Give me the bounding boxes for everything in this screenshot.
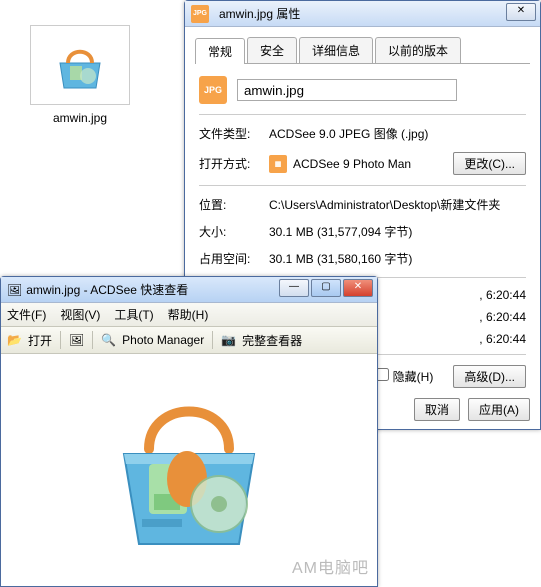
hidden-checkbox-label[interactable]: 隐藏(H) xyxy=(376,368,434,385)
photo-manager-button[interactable]: Photo Manager xyxy=(122,333,204,347)
tab-previous[interactable]: 以前的版本 xyxy=(375,37,461,63)
value-size: 30.1 MB (31,577,094 字节) xyxy=(269,223,526,240)
time-2: , 6:20:44 xyxy=(479,310,526,324)
menubar: 文件(F) 视图(V) 工具(T) 帮助(H) xyxy=(1,303,377,327)
menu-view[interactable]: 视图(V) xyxy=(60,306,100,323)
jpg-icon: JPG xyxy=(191,5,209,23)
maximize-button[interactable]: ▢ xyxy=(311,279,341,297)
label-type: 文件类型: xyxy=(199,125,269,142)
viewer-canvas: AM电脑吧 xyxy=(1,354,377,584)
advanced-button[interactable]: 高级(D)... xyxy=(453,365,526,388)
value-type: ACDSee 9.0 JPEG 图像 (.jpg) xyxy=(269,125,526,142)
label-location: 位置: xyxy=(199,196,269,213)
full-viewer-button[interactable]: 完整查看器 xyxy=(242,332,302,349)
value-location: C:\Users\Administrator\Desktop\新建文件夹 xyxy=(269,196,526,213)
viewer-title: amwin.jpg - ACDSee 快速查看 xyxy=(26,281,188,298)
label-disksize: 占用空间: xyxy=(199,250,269,267)
properties-tabs: 常规 安全 详细信息 以前的版本 xyxy=(195,37,530,64)
open-button[interactable]: 打开 xyxy=(28,332,52,349)
filename-input[interactable] xyxy=(237,79,457,101)
close-button[interactable]: ✕ xyxy=(343,279,373,297)
file-label: amwin.jpg xyxy=(30,111,130,125)
close-button[interactable]: ✕ xyxy=(506,3,536,21)
label-size: 大小: xyxy=(199,223,269,240)
watermark: AM电脑吧 xyxy=(292,554,369,578)
label-openwith: 打开方式: xyxy=(199,155,269,172)
value-disksize: 30.1 MB (31,580,160 字节) xyxy=(269,250,526,267)
change-button[interactable]: 更改(C)... xyxy=(453,152,526,175)
tool-icon-2[interactable]: 🔍 xyxy=(101,333,116,347)
value-openwith: ACDSee 9 Photo Man xyxy=(293,157,453,171)
app-icon: ▦ xyxy=(269,155,287,173)
cancel-button[interactable]: 取消 xyxy=(414,398,460,421)
toolbar: 📂 打开 🖼 🔍 Photo Manager 📷 完整查看器 xyxy=(1,327,377,354)
tab-security[interactable]: 安全 xyxy=(247,37,297,63)
time-3: , 6:20:44 xyxy=(479,332,526,346)
menu-tools[interactable]: 工具(T) xyxy=(114,306,153,323)
viewer-titlebar[interactable]: 🖼 amwin.jpg - ACDSee 快速查看 — ▢ ✕ xyxy=(1,277,377,303)
file-type-icon: JPG xyxy=(199,76,227,104)
properties-titlebar[interactable]: JPG amwin.jpg 属性 ✕ xyxy=(185,1,540,27)
minimize-button[interactable]: — xyxy=(279,279,309,297)
tab-general[interactable]: 常规 xyxy=(195,38,245,64)
app-icon: 🖼 xyxy=(7,283,22,297)
apply-button[interactable]: 应用(A) xyxy=(468,398,530,421)
open-icon: 📂 xyxy=(7,333,22,347)
camera-icon: 📷 xyxy=(221,333,236,347)
tab-details[interactable]: 详细信息 xyxy=(299,37,373,63)
properties-title: amwin.jpg 属性 xyxy=(219,5,300,22)
viewer-window: 🖼 amwin.jpg - ACDSee 快速查看 — ▢ ✕ 文件(F) 视图… xyxy=(0,276,378,587)
image-content xyxy=(94,379,284,559)
menu-file[interactable]: 文件(F) xyxy=(7,306,46,323)
time-1: , 6:20:44 xyxy=(479,288,526,302)
tool-icon-1[interactable]: 🖼 xyxy=(69,333,84,347)
desktop-file[interactable]: amwin.jpg xyxy=(30,25,130,125)
menu-help[interactable]: 帮助(H) xyxy=(168,306,209,323)
file-thumbnail xyxy=(30,25,130,105)
